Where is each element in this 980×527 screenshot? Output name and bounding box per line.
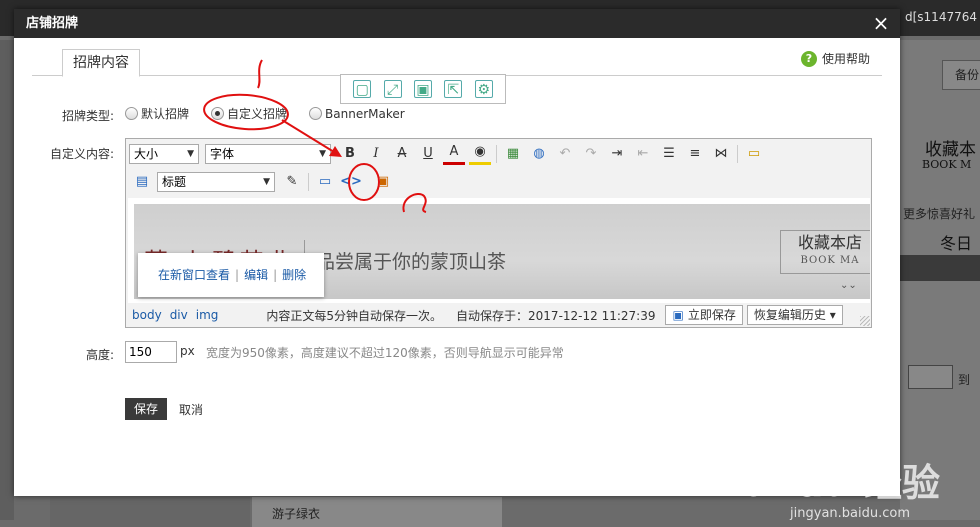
background-bottom-text: 游子绿衣 (272, 507, 321, 521)
save-icon[interactable]: ▣ (413, 80, 432, 98)
insert-media-icon[interactable]: ▣ (372, 171, 394, 193)
font-color-button[interactable]: A (443, 143, 465, 165)
sign-type-label: 招牌类型: (62, 109, 115, 123)
height-input[interactable]: 150 (125, 341, 177, 363)
background-favorite-text: 收藏本 (925, 140, 976, 160)
chevron-down-icon: ▼ (319, 149, 326, 159)
background-book-text: BOOK M (922, 158, 972, 171)
cancel-button[interactable]: 取消 (179, 401, 203, 418)
background-left-strip (0, 40, 14, 520)
floating-toolbar: ▢ ⤢ ▣ ⇱ ⚙ (340, 74, 506, 104)
watermark-url: jingyan.baidu.com (790, 506, 910, 521)
clear-format-icon[interactable]: ✎ (281, 171, 303, 193)
close-icon[interactable]: × (870, 11, 892, 35)
custom-content-label: 自定义内容: (50, 147, 115, 161)
italic-button[interactable]: I (365, 143, 387, 165)
preview-icon[interactable]: ▭ (314, 171, 336, 193)
path-img[interactable]: img (196, 308, 219, 322)
autosave-note: 内容正文每5分钟自动保存一次。 (266, 308, 443, 323)
open-in-new-window-link[interactable]: 在新窗口查看 (158, 268, 230, 282)
toolbar-separator (737, 145, 738, 163)
font-family-select[interactable]: 字体 ▼ (205, 144, 331, 164)
bold-button[interactable]: B (339, 143, 361, 165)
editor-content-area[interactable]: 茗 七碧茶业 品尝属于你的蒙顶山茶 收藏本店 BOOK MA ⌄⌄ 在新窗口查看… (128, 198, 870, 303)
insert-link-icon[interactable]: ◍ (528, 143, 550, 165)
help-label: 使用帮助 (821, 52, 870, 66)
share-icon[interactable]: ⇱ (444, 80, 463, 98)
chevron-down-icon: ▾ (829, 308, 836, 322)
underline-button[interactable]: U (417, 143, 439, 165)
background-dark-strip (900, 255, 980, 281)
undo-icon[interactable]: ↶ (554, 143, 576, 165)
path-body[interactable]: body (132, 308, 162, 322)
bullet-list-icon[interactable]: ☰ (658, 143, 680, 165)
toolbar-separator (308, 173, 309, 191)
height-unit: px (180, 344, 195, 358)
floppy-icon: ▣ (672, 308, 684, 322)
source-code-icon[interactable]: <> (340, 171, 362, 193)
toolbar-separator (496, 145, 497, 163)
background-surprise-text: 更多惊喜好礼 (903, 207, 976, 221)
resize-handle[interactable] (860, 316, 870, 326)
background-top-right-text: d[s1147764 (905, 10, 977, 24)
radio-circle (309, 107, 323, 120)
save-button[interactable]: 保存 (125, 398, 167, 420)
path-div[interactable]: div (170, 308, 188, 322)
radio-circle-checked (211, 107, 225, 120)
save-now-button[interactable]: ▣ 立即保存 (665, 305, 743, 325)
page-break-icon[interactable]: ⋈ (710, 143, 732, 165)
rich-text-editor: 大小 ▼ 字体 ▼ B I A U A ◉ ▦ ◍ ↶ ↷ ⇥ ⇤ ☰ ≡ ⋈ ▭ (125, 138, 872, 328)
font-size-select[interactable]: 大小 ▼ (129, 144, 199, 164)
numbered-list-icon[interactable]: ≡ (684, 143, 706, 165)
editor-status-bar: body div img 内容正文每5分钟自动保存一次。 自动保存于：2017-12… (128, 304, 870, 326)
height-label: 高度: (86, 348, 115, 362)
watermark-logo: Bai du 经验 (715, 461, 940, 505)
highlight-color-button[interactable]: ◉ (469, 143, 491, 165)
insert-image-icon[interactable]: ▦ (502, 143, 524, 165)
help-icon: ? (800, 51, 817, 67)
radio-bannermaker[interactable]: BannerMaker (309, 107, 405, 121)
height-hint: 宽度为950像素，高度建议不超过120像素，否则导航显示可能异常 (206, 346, 564, 360)
table-icon[interactable]: ▤ (131, 171, 153, 193)
autosave-time: 自动保存于：2017-12-12 11:27:39 (456, 308, 656, 323)
shop-sign-dialog: 店铺招牌 × 招牌内容 ? 使用帮助 ▢ ⤢ ▣ ⇱ ⚙ 招牌类型: 默认招牌 … (14, 9, 900, 496)
redo-icon[interactable]: ↷ (580, 143, 602, 165)
banner-favorite-box: 收藏本店 BOOK MA (780, 230, 870, 274)
chevron-down-icon: ▼ (263, 177, 270, 187)
restore-history-button[interactable]: 恢复编辑历史 ▾ (746, 305, 843, 325)
background-to-text: 到 (958, 373, 971, 387)
fullscreen-icon[interactable]: ⤢ (383, 80, 402, 98)
help-link[interactable]: ? 使用帮助 (800, 50, 870, 68)
editor-toolbar-row-2: ▤ 标题 ▼ ✎ ▭ <> ▣ (126, 168, 871, 196)
indent-icon[interactable]: ⇥ (606, 143, 628, 165)
element-path: body div img (128, 308, 222, 322)
outdent-icon[interactable]: ⇤ (632, 143, 654, 165)
background-winter-text: 冬日 (940, 234, 973, 253)
image-context-popup: 在新窗口查看 | 编辑 | 删除 (138, 253, 324, 297)
background-backup-text: 备份 (955, 68, 980, 82)
editor-toolbar-row-1: 大小 ▼ 字体 ▼ B I A U A ◉ ▦ ◍ ↶ ↷ ⇥ ⇤ ☰ ≡ ⋈ ▭ (126, 140, 871, 168)
delete-link[interactable]: 删除 (282, 268, 306, 282)
radio-circle (125, 107, 138, 120)
banner-slogan: 品尝属于你的蒙顶山茶 (316, 251, 507, 273)
heading-select[interactable]: 标题 ▼ (157, 172, 275, 192)
dialog-title: 店铺招牌 (26, 16, 79, 31)
radio-custom-sign[interactable]: 自定义招牌 (211, 105, 287, 122)
emoticon-icon[interactable]: ▭ (743, 143, 765, 165)
background-page-input (908, 365, 953, 389)
settings-icon[interactable]: ⚙ (474, 80, 493, 98)
mobile-view-icon[interactable]: ▢ (353, 80, 372, 98)
strikethrough-button[interactable]: A (391, 143, 413, 165)
tab-sign-content[interactable]: 招牌内容 (62, 49, 140, 77)
background-bottom-left (50, 497, 250, 527)
chevron-down-icon: ▼ (187, 149, 194, 159)
dialog-header: 店铺招牌 × (14, 9, 900, 38)
tab-bar: 招牌内容 (32, 47, 882, 77)
chevron-down-icon: ⌄⌄ (840, 280, 857, 291)
edit-link[interactable]: 编辑 (244, 268, 268, 282)
sign-type-radio-group: 默认招牌 自定义招牌 BannerMaker (125, 105, 427, 122)
radio-default-sign[interactable]: 默认招牌 (125, 105, 189, 122)
